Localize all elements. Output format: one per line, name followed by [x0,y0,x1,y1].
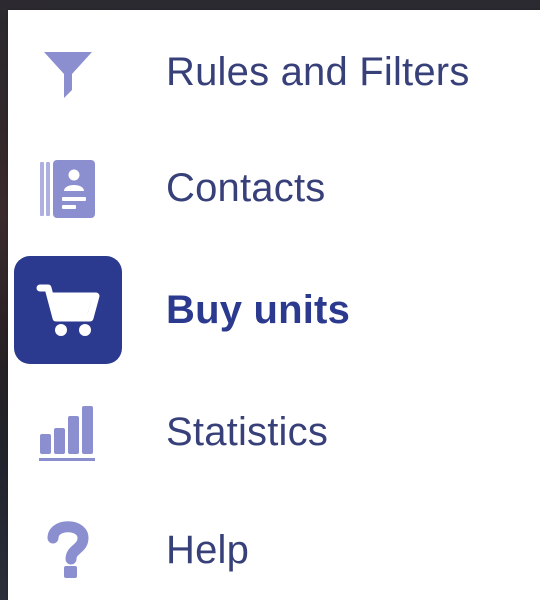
menu-item-buy-units[interactable]: Buy units [8,256,540,364]
cart-icon [14,256,122,364]
menu-item-label: Contacts [166,166,326,210]
menu-item-label: Buy units [166,288,351,332]
menu-item-contacts[interactable]: Contacts [8,134,540,238]
bar-chart-icon [14,378,122,486]
menu-item-statistics[interactable]: Statistics [8,378,540,482]
menu-item-label: Statistics [166,410,329,454]
menu-item-help[interactable]: Help [8,496,540,600]
navigation-menu: Rules and Filters Contacts Buy units Sta… [8,10,540,600]
filter-icon [14,18,122,126]
help-icon [14,496,122,600]
menu-item-label: Rules and Filters [166,50,470,94]
menu-item-rules-and-filters[interactable]: Rules and Filters [8,18,540,122]
contacts-icon [14,134,122,242]
menu-item-label: Help [166,528,250,572]
